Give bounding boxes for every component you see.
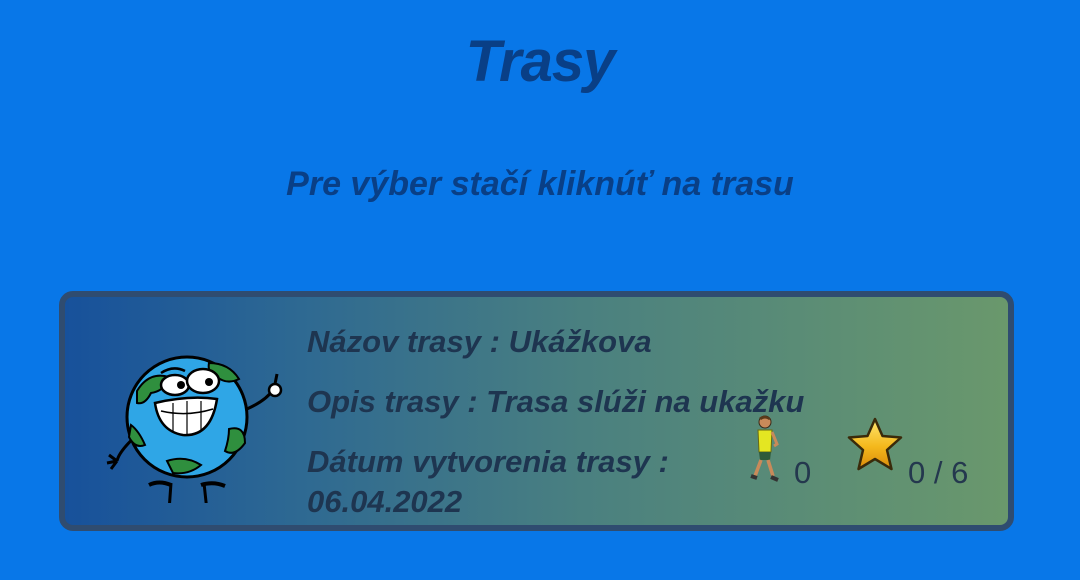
route-date-label: Dátum vytvorenia trasy :	[307, 444, 669, 479]
page-subtitle: Pre výber stačí kliknúť na trasu	[286, 165, 794, 203]
stars-count: 0 / 6	[908, 455, 969, 490]
page-title: Trasy	[465, 29, 616, 94]
route-description: Opis trasy : Trasa slúži na ukažku	[307, 384, 805, 419]
routes-screen: Trasy Pre výber stačí kliknúť na trasu N…	[0, 0, 1080, 580]
globe-mascot-icon	[106, 355, 283, 503]
route-info: Názov trasy : Ukážkova Opis trasy : Tras…	[307, 312, 804, 522]
walkers-count: 0	[794, 455, 812, 490]
route-date-value: 06.04.2022	[307, 484, 463, 519]
route-card[interactable]: Názov trasy : Ukážkova Opis trasy : Tras…	[59, 291, 1014, 531]
route-name: Názov trasy : Ukážkova	[307, 324, 652, 359]
walking-person-icon	[750, 415, 779, 482]
star-icon	[847, 417, 903, 471]
